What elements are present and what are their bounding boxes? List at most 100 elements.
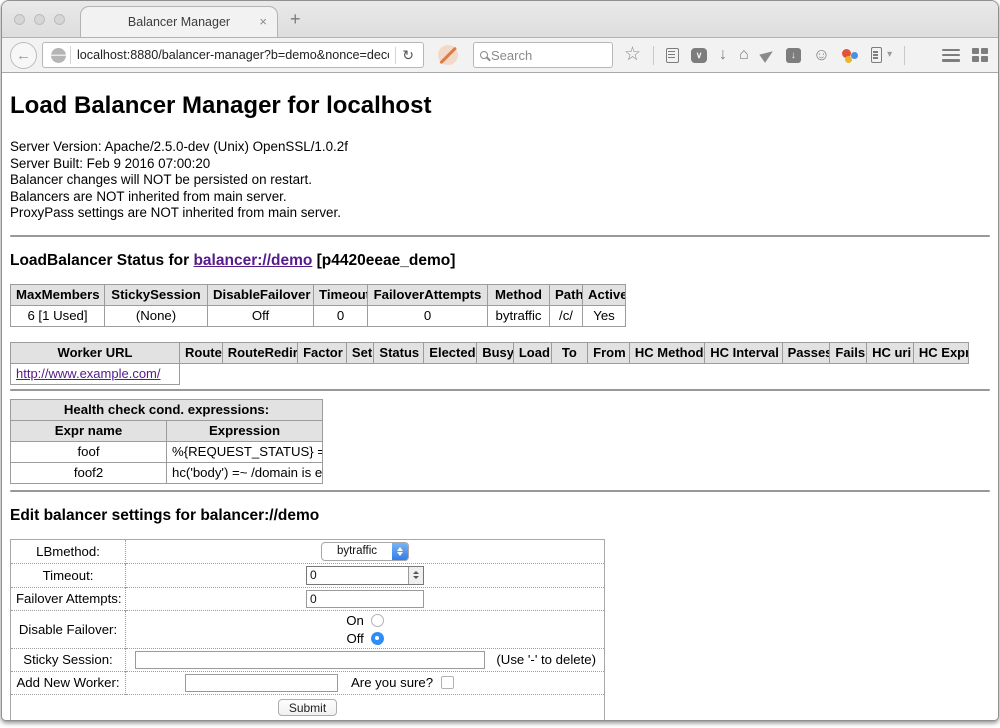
balancer-status-table: MaxMembersStickySessionDisableFailoverTi…: [10, 284, 626, 327]
tiles-grid-icon[interactable]: [972, 48, 988, 62]
column-header: Worker URL: [11, 342, 180, 363]
sticky-session-label: Sticky Session:: [11, 648, 126, 671]
table-cell: 0: [368, 305, 488, 326]
server-info: Server Version: Apache/2.5.0-dev (Unix) …: [10, 139, 990, 222]
lbmethod-label: LBmethod:: [11, 539, 126, 563]
save-page-icon[interactable]: ↓: [786, 48, 801, 63]
home-icon[interactable]: ⌂: [739, 47, 749, 63]
table-cell: /c/: [550, 305, 583, 326]
window-controls: [14, 14, 65, 25]
radio-on-label: On: [346, 613, 364, 628]
table-cell: Yes: [583, 305, 626, 326]
balancer-demo-link[interactable]: balancer://demo: [193, 252, 312, 269]
sticky-session-note: (Use '-' to delete): [496, 652, 596, 667]
new-tab-button[interactable]: +: [290, 9, 301, 30]
select-stepper-icon: [392, 542, 408, 561]
notice-proxypass: ProxyPass settings are NOT inherited fro…: [10, 205, 990, 222]
chevron-down-icon[interactable]: ▾: [887, 47, 892, 63]
are-you-sure-checkbox[interactable]: [441, 676, 454, 689]
extension-icon[interactable]: [871, 47, 882, 63]
table-header-row: MaxMembersStickySessionDisableFailoverTi…: [11, 284, 626, 305]
expr-name-cell: foof2: [11, 462, 167, 483]
column-header: HC Method: [629, 342, 704, 363]
zoom-window-button[interactable]: [54, 14, 65, 25]
pocket-icon[interactable]: ∨: [691, 48, 707, 63]
share-colored-dots-icon[interactable]: [842, 47, 859, 63]
reload-icon[interactable]: ↻: [395, 47, 419, 64]
sticky-session-input[interactable]: [135, 651, 485, 669]
bookmarks-menu-icon[interactable]: [666, 48, 679, 63]
table-row: http://www.example.com/: [11, 363, 969, 384]
table-cell: 6 [1 Used]: [11, 305, 105, 326]
column-header: Busy: [477, 342, 514, 363]
navigation-toolbar: ← ↻ ☆ ∨ ↓ ⌂ ↓ ☺ ▾: [2, 37, 998, 73]
radio-off[interactable]: [371, 632, 384, 645]
close-window-button[interactable]: [14, 14, 25, 25]
form-row-sticky-session: Sticky Session: (Use '-' to delete): [11, 648, 605, 671]
form-row-failover-attempts: Failover Attempts:: [11, 587, 605, 610]
tab-close-icon[interactable]: ×: [259, 14, 267, 29]
column-header: Factor: [298, 342, 347, 363]
column-header: HC Expr: [913, 342, 968, 363]
edit-settings-heading: Edit balancer settings for balancer://de…: [10, 507, 990, 525]
column-header: HC uri: [867, 342, 914, 363]
column-header: Expr name: [11, 420, 167, 441]
timeout-input[interactable]: [307, 568, 408, 582]
status-heading: LoadBalancer Status for balancer://demo …: [10, 252, 990, 270]
failover-attempts-field[interactable]: [306, 590, 424, 608]
column-header: Set: [346, 342, 373, 363]
tab-balancer-manager[interactable]: Balancer Manager ×: [80, 6, 278, 37]
tab-title: Balancer Manager: [128, 15, 230, 29]
timeout-field[interactable]: [306, 566, 424, 585]
table-cell: bytraffic: [488, 305, 550, 326]
column-header: MaxMembers: [11, 284, 105, 305]
send-tab-icon[interactable]: [759, 47, 775, 63]
divider: [10, 490, 990, 492]
worker-url-link[interactable]: http://www.example.com/: [16, 366, 161, 381]
radio-off-label: Off: [346, 631, 364, 646]
add-worker-input[interactable]: [185, 674, 338, 692]
lbmethod-select[interactable]: bytraffic: [321, 542, 409, 561]
status-heading-prefix: LoadBalancer Status for: [10, 252, 193, 269]
expression-cell: %{REQUEST_STATUS} =~ /^[234]/: [167, 441, 323, 462]
content-blocked-icon[interactable]: [438, 45, 458, 65]
radio-on[interactable]: [371, 614, 384, 627]
menu-hamburger-icon[interactable]: [942, 49, 960, 62]
feedback-smiley-icon[interactable]: ☺: [813, 47, 830, 63]
worker-status-table: Worker URLRouteRouteRedirFactorSetStatus…: [10, 342, 969, 385]
toolbar-divider: [653, 46, 654, 65]
bookmark-star-icon[interactable]: ☆: [624, 47, 641, 63]
column-header: DisableFailover: [208, 284, 314, 305]
notice-balancers: Balancers are NOT inherited from main se…: [10, 189, 990, 206]
submit-button[interactable]: Submit: [278, 699, 337, 716]
downloads-icon[interactable]: ↓: [719, 47, 727, 63]
back-button[interactable]: ←: [10, 42, 37, 69]
page-content: Load Balancer Manager for localhost Serv…: [2, 73, 998, 721]
form-row-add-worker: Add New Worker: Are you sure?: [11, 671, 605, 694]
number-spinner-icon[interactable]: [408, 567, 423, 584]
tab-bar: Balancer Manager × +: [2, 1, 998, 37]
url-input[interactable]: [71, 48, 395, 62]
expr-name-cell: foof: [11, 441, 167, 462]
column-header: Active: [583, 284, 626, 305]
column-header: Elected: [424, 342, 477, 363]
worker-url-cell: http://www.example.com/: [11, 363, 180, 384]
column-header: Timeout: [314, 284, 368, 305]
server-built: Server Built: Feb 9 2016 07:00:20: [10, 156, 990, 173]
minimize-window-button[interactable]: [34, 14, 45, 25]
server-version: Server Version: Apache/2.5.0-dev (Unix) …: [10, 139, 990, 156]
site-identity-globe-icon[interactable]: [51, 48, 66, 63]
divider: [10, 235, 990, 237]
lbmethod-selected-value: bytraffic: [322, 545, 392, 557]
search-input[interactable]: [491, 48, 606, 63]
disable-failover-radios: On Off: [131, 613, 599, 646]
form-row-timeout: Timeout:: [11, 563, 605, 587]
url-bar[interactable]: ↻: [42, 42, 424, 68]
table-header-row: Health check cond. expressions:: [11, 399, 323, 420]
column-header: Path: [550, 284, 583, 305]
search-bar[interactable]: [473, 42, 613, 68]
divider: [10, 389, 990, 391]
table-row: foof %{REQUEST_STATUS} =~ /^[234]/: [11, 441, 323, 462]
failover-attempts-input[interactable]: [307, 592, 423, 606]
form-row-submit: Submit: [11, 694, 605, 720]
